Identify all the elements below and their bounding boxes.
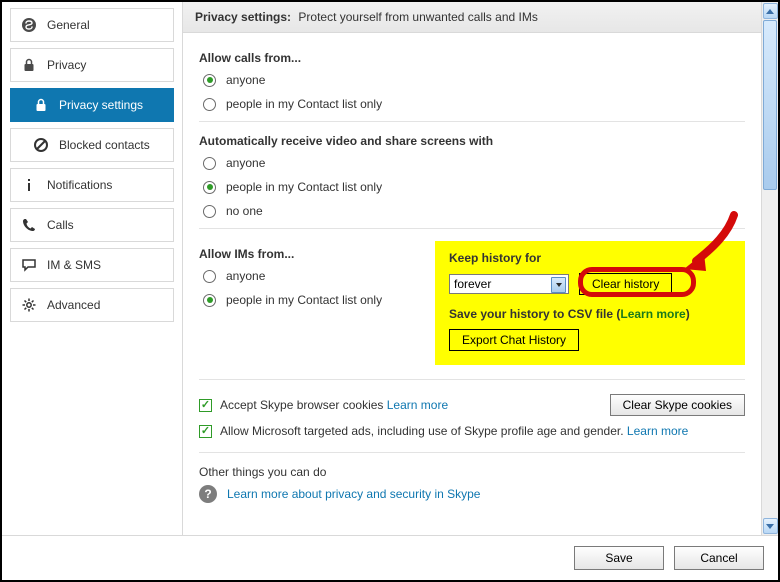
skype-icon: [21, 17, 37, 33]
video-option-anyone[interactable]: anyone: [203, 156, 745, 170]
scroll-up-button[interactable]: [763, 3, 778, 19]
ims-column: Allow IMs from... anyone people in my Co…: [199, 241, 435, 365]
sidebar-item-privacy[interactable]: Privacy: [10, 48, 174, 82]
history-duration-select[interactable]: [449, 274, 569, 294]
accept-cookies-checkbox-row[interactable]: Accept Skype browser cookies Learn more: [199, 398, 448, 412]
history-duration-select-wrap: [449, 274, 569, 294]
radio-icon: [203, 205, 216, 218]
sidebar-item-label: Privacy: [47, 58, 86, 72]
vertical-scrollbar[interactable]: [761, 2, 778, 535]
sidebar-item-label: Notifications: [47, 178, 112, 192]
content-header: Privacy settings: Protect yourself from …: [183, 2, 761, 33]
info-icon: [21, 177, 37, 193]
video-option-contacts[interactable]: people in my Contact list only: [203, 180, 745, 194]
help-icon: ?: [199, 485, 217, 503]
learn-more-link[interactable]: Learn more: [620, 307, 685, 321]
learn-more-link[interactable]: Learn more: [387, 398, 448, 412]
video-option-noone[interactable]: no one: [203, 204, 745, 218]
history-highlight-box: Keep history for Clear history Save your…: [435, 241, 745, 365]
calls-section-title: Allow calls from...: [199, 51, 745, 65]
history-title: Keep history for: [449, 251, 731, 265]
separator: [199, 452, 745, 453]
history-csv-line: Save your history to CSV file (Learn mor…: [449, 307, 731, 321]
sidebar-item-general[interactable]: General: [10, 8, 174, 42]
sidebar-item-label: Calls: [47, 218, 74, 232]
chevron-up-icon: [766, 9, 774, 14]
sidebar-item-notifications[interactable]: Notifications: [10, 168, 174, 202]
radio-label: anyone: [226, 269, 265, 283]
ims-and-history: Allow IMs from... anyone people in my Co…: [199, 241, 745, 365]
clear-history-button[interactable]: Clear history: [579, 273, 672, 295]
targeted-ads-checkbox-row[interactable]: Allow Microsoft targeted ads, including …: [199, 424, 745, 438]
calls-option-contacts[interactable]: people in my Contact list only: [203, 97, 745, 111]
calls-option-anyone[interactable]: anyone: [203, 73, 745, 87]
ims-option-anyone[interactable]: anyone: [203, 269, 435, 283]
content-wrap: Privacy settings: Protect yourself from …: [182, 2, 778, 535]
privacy-security-link[interactable]: Learn more about privacy and security in…: [227, 487, 480, 501]
checkbox-label: Accept Skype browser cookies: [220, 398, 383, 412]
radio-icon: [203, 74, 216, 87]
radio-icon: [203, 294, 216, 307]
chevron-down-icon: [766, 524, 774, 529]
checkbox-icon: [199, 425, 212, 438]
export-row: Export Chat History: [449, 329, 731, 351]
sidebar-item-advanced[interactable]: Advanced: [10, 288, 174, 322]
content: Privacy settings: Protect yourself from …: [183, 2, 761, 535]
scroll-thumb[interactable]: [763, 20, 777, 190]
gear-icon: [21, 297, 37, 313]
blocked-icon: [33, 137, 49, 153]
radio-label: anyone: [226, 156, 265, 170]
clear-skype-cookies-button[interactable]: Clear Skype cookies: [610, 394, 745, 416]
footer: Save Cancel: [2, 535, 778, 580]
scroll-down-button[interactable]: [763, 518, 778, 534]
header-subtitle: Protect yourself from unwanted calls and…: [298, 10, 537, 24]
sidebar-item-calls[interactable]: Calls: [10, 208, 174, 242]
export-chat-history-button[interactable]: Export Chat History: [449, 329, 579, 351]
sidebar-item-label: Privacy settings: [59, 98, 143, 112]
other-section-title: Other things you can do: [199, 465, 745, 479]
radio-label: people in my Contact list only: [226, 180, 382, 194]
learn-more-link[interactable]: Learn more: [627, 424, 688, 438]
radio-label: people in my Contact list only: [226, 293, 382, 307]
radio-label: anyone: [226, 73, 265, 87]
radio-label: people in my Contact list only: [226, 97, 382, 111]
checkbox-icon: [199, 399, 212, 412]
sidebar-item-label: Blocked contacts: [59, 138, 150, 152]
lock-icon: [33, 97, 49, 113]
radio-icon: [203, 98, 216, 111]
separator: [199, 379, 745, 380]
radio-icon: [203, 181, 216, 194]
radio-icon: [203, 270, 216, 283]
sidebar-item-label: Advanced: [47, 298, 100, 312]
sidebar-item-blocked-contacts[interactable]: Blocked contacts: [10, 128, 174, 162]
header-title: Privacy settings:: [195, 10, 291, 24]
cancel-button[interactable]: Cancel: [674, 546, 764, 570]
sidebar: General Privacy Privacy settings Blocked…: [2, 2, 182, 535]
separator: [199, 228, 745, 229]
sidebar-item-label: General: [47, 18, 90, 32]
other-help-row: ? Learn more about privacy and security …: [199, 485, 745, 503]
ims-option-contacts[interactable]: people in my Contact list only: [203, 293, 435, 307]
content-scroll: Allow calls from... anyone people in my …: [183, 33, 761, 535]
radio-label: no one: [226, 204, 263, 218]
checkbox-label: Allow Microsoft targeted ads, including …: [220, 424, 624, 438]
history-controls-row: Clear history: [449, 273, 731, 295]
sidebar-item-privacy-settings[interactable]: Privacy settings: [10, 88, 174, 122]
lock-icon: [21, 57, 37, 73]
skype-options-window: General Privacy Privacy settings Blocked…: [0, 0, 780, 582]
separator: [199, 121, 745, 122]
scroll-track[interactable]: [762, 20, 778, 517]
top-area: General Privacy Privacy settings Blocked…: [2, 2, 778, 535]
sidebar-item-label: IM & SMS: [47, 258, 101, 272]
radio-icon: [203, 157, 216, 170]
video-section-title: Automatically receive video and share sc…: [199, 134, 745, 148]
chat-icon: [21, 257, 37, 273]
sidebar-item-im-sms[interactable]: IM & SMS: [10, 248, 174, 282]
phone-icon: [21, 217, 37, 233]
ims-section-title: Allow IMs from...: [199, 247, 435, 261]
save-button[interactable]: Save: [574, 546, 664, 570]
cookies-row: Accept Skype browser cookies Learn more …: [199, 392, 745, 418]
